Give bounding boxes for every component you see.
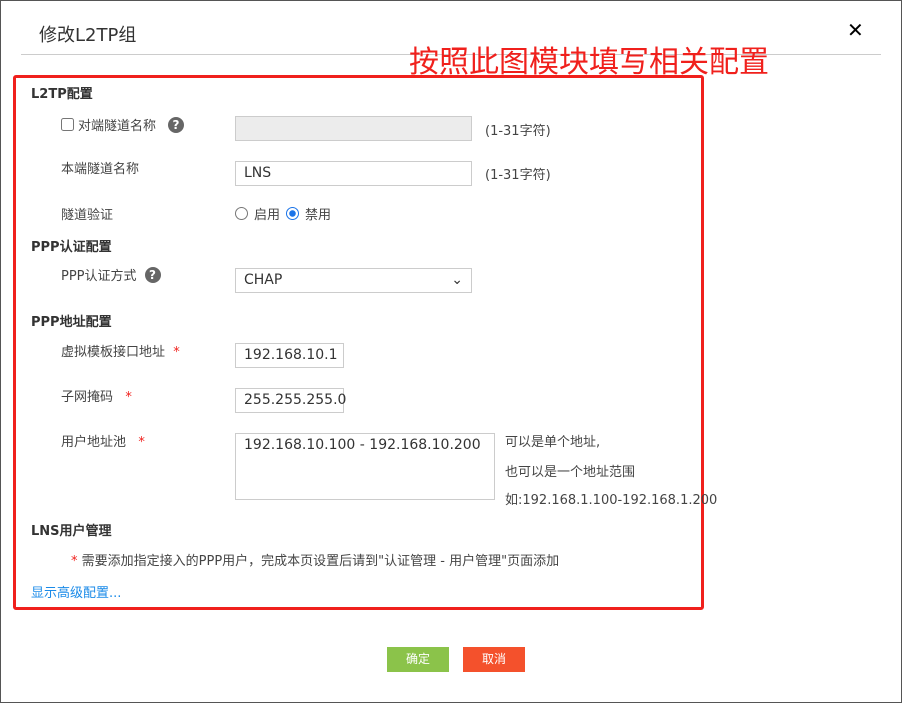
mask-label: 子网掩码 * — [61, 390, 132, 405]
pool-hint-2: 也可以是一个地址范围 — [505, 465, 636, 480]
ok-button[interactable]: 确定 — [387, 647, 449, 672]
peer-tunnel-label: 对端隧道名称 — [78, 119, 157, 134]
pool-label: 用户地址池 * — [61, 435, 145, 450]
local-tunnel-label: 本端隧道名称 — [61, 162, 140, 177]
dialog-title: 修改L2TP组 — [39, 25, 137, 46]
local-tunnel-input[interactable]: LNS — [235, 161, 472, 186]
peer-tunnel-checkbox[interactable] — [61, 118, 74, 131]
vt-label: 虚拟模板接口地址 * — [61, 345, 180, 360]
radio-enable[interactable] — [235, 207, 248, 220]
radio-disable-label: 禁用 — [305, 208, 332, 223]
ppp-auth-label: PPP认证方式 — [61, 269, 137, 284]
help-icon[interactable]: ? — [144, 266, 161, 283]
lns-note: * 需要添加指定接入的PPP用户，完成本页设置后请到"认证管理 - 用户管理"页… — [71, 554, 560, 569]
close-icon[interactable]: ✕ — [847, 18, 864, 42]
pool-hint-1: 可以是单个地址, — [505, 435, 601, 450]
pool-hint-3: 如:192.168.1.100-192.168.1.200 — [505, 493, 718, 508]
advanced-config-link[interactable]: 显示高级配置... — [31, 582, 121, 601]
peer-tunnel-input[interactable] — [235, 116, 472, 141]
section-ppp-addr: PPP地址配置 — [31, 315, 112, 330]
section-ppp-auth: PPP认证配置 — [31, 240, 112, 255]
help-icon[interactable]: ? — [168, 116, 185, 133]
ppp-auth-select[interactable]: CHAP ⌄ — [235, 268, 472, 293]
radio-enable-label: 启用 — [254, 208, 281, 223]
pool-textarea[interactable]: 192.168.10.100 - 192.168.10.200 — [235, 433, 495, 500]
section-lns: LNS用户管理 — [31, 524, 112, 539]
tunnel-auth-label: 隧道验证 — [61, 208, 114, 223]
section-l2tp: L2TP配置 — [31, 87, 93, 102]
cancel-button[interactable]: 取消 — [463, 647, 525, 672]
peer-hint: (1-31字符) — [485, 124, 551, 139]
radio-disable[interactable] — [286, 207, 300, 220]
ppp-auth-value: CHAP — [244, 272, 283, 288]
vt-address-input[interactable]: 192.168.10.1 — [235, 343, 344, 368]
local-hint: (1-31字符) — [485, 168, 551, 183]
chevron-down-icon: ⌄ — [451, 272, 463, 288]
mask-input[interactable]: 255.255.255.0 — [235, 388, 346, 413]
